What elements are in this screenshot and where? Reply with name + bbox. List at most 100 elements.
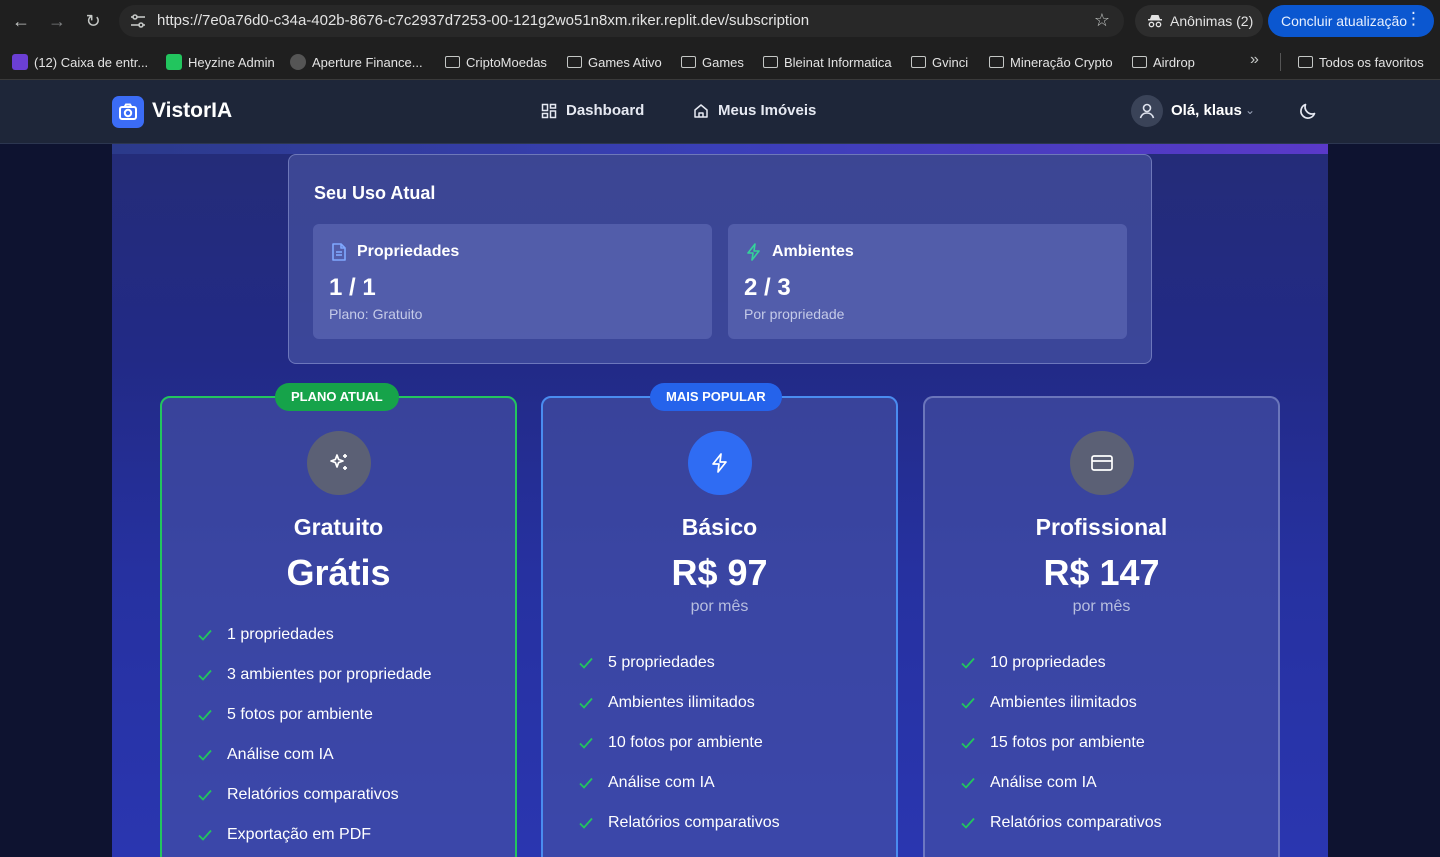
bookmark-label: CriptoMoedas: [466, 54, 547, 70]
reload-icon[interactable]: ↻: [81, 9, 105, 33]
feature-item: Relatórios comparativos: [959, 812, 1162, 834]
all-bookmarks-folder[interactable]: Todos os favoritos: [1298, 53, 1424, 71]
check-icon: [961, 737, 975, 749]
bookmark-folder[interactable]: CriptoMoedas: [445, 53, 547, 71]
folder-icon: [989, 56, 1004, 68]
bookmark-folder[interactable]: Mineração Crypto: [989, 53, 1113, 71]
user-avatar[interactable]: [1131, 95, 1163, 127]
check-icon: [579, 657, 593, 669]
bookmark-folder[interactable]: Bleinat Informatica: [763, 53, 892, 71]
usage-card: Seu Uso Atual Propriedades 1 / 1 Plano: …: [288, 154, 1152, 364]
check-icon: [961, 817, 975, 829]
stat-subtext: Plano: Gratuito: [329, 306, 423, 322]
stat-label: Ambientes: [772, 243, 854, 260]
bookmark-label: Aperture Finance...: [312, 54, 423, 70]
check-icon: [579, 697, 593, 709]
document-icon: [332, 243, 346, 261]
bookmark-folder[interactable]: Games: [681, 53, 744, 71]
bookmark-folder[interactable]: Games Ativo: [567, 53, 662, 71]
plan-card-profissional[interactable]: Profissional R$ 147 por mês 10 proprieda…: [923, 396, 1280, 857]
url-text[interactable]: https://7e0a76d0-c34a-402b-8676-c7c2937d…: [157, 12, 809, 29]
aperture-icon: [290, 54, 306, 70]
nav-label: Dashboard: [566, 102, 645, 119]
bookmark-label: (12) Caixa de entr...: [34, 54, 149, 70]
grid-icon: [541, 103, 557, 118]
feature-item: Ambientes ilimitados: [577, 692, 755, 714]
folder-icon: [763, 56, 778, 68]
site-settings-icon[interactable]: [129, 12, 147, 30]
folder-icon: [911, 56, 926, 68]
plan-card-basico[interactable]: MAIS POPULAR Básico R$ 97 por mês 5 prop…: [541, 383, 898, 857]
check-icon: [198, 709, 212, 721]
profile-label: Anônimas (2): [1170, 13, 1254, 29]
user-icon: [1139, 103, 1155, 119]
check-icon: [198, 789, 212, 801]
bolt-icon: [747, 243, 760, 261]
bookmark-item[interactable]: Heyzine Admin: [166, 53, 275, 71]
folder-icon: [1132, 56, 1147, 68]
user-greeting[interactable]: Olá, klaus: [1171, 102, 1242, 119]
bookmark-star-icon[interactable]: ☆: [1094, 10, 1110, 31]
mail-icon: [12, 54, 28, 70]
plan-name: Gratuito: [293, 514, 384, 540]
nav-dashboard[interactable]: Dashboard: [541, 102, 644, 119]
check-icon: [579, 737, 593, 749]
check-icon: [961, 697, 975, 709]
feature-item: 10 propriedades: [959, 652, 1106, 674]
bookmark-label: Todos os favoritos: [1319, 54, 1424, 70]
plan-price: Grátis: [286, 552, 391, 593]
check-icon: [198, 629, 212, 641]
bolt-icon: [711, 453, 727, 473]
check-icon: [198, 749, 212, 761]
stat-value: 2 / 3: [744, 274, 791, 301]
feature-item: Relatórios comparativos: [577, 812, 780, 834]
bookmark-label: Games: [702, 54, 744, 70]
current-plan-badge: PLANO ATUAL: [275, 383, 399, 411]
back-icon[interactable]: ←: [9, 9, 33, 33]
bookmark-label: Bleinat Informatica: [784, 54, 892, 70]
usage-stat-ambientes: Ambientes 2 / 3 Por propriedade: [728, 224, 1127, 339]
camera-logo-icon[interactable]: [112, 96, 144, 128]
home-icon: [694, 103, 708, 118]
plan-card-gratuito[interactable]: PLANO ATUAL Gratuito Grátis 1 propriedad…: [160, 383, 517, 857]
bookmark-folder[interactable]: Gvinci: [911, 53, 968, 71]
bookmark-folder[interactable]: Airdrop: [1132, 53, 1195, 71]
feature-item: 10 fotos por ambiente: [577, 732, 763, 754]
feature-item: 1 propriedades: [196, 624, 334, 646]
plan-icon-circle: [1069, 431, 1134, 495]
usage-title: Seu Uso Atual: [314, 183, 436, 203]
nav-meus-imoveis[interactable]: Meus Imóveis: [693, 102, 816, 119]
check-icon: [198, 669, 212, 681]
feature-item: Ambientes ilimitados: [959, 692, 1137, 714]
update-button[interactable]: Concluir atualização ⋮: [1268, 5, 1434, 37]
forward-icon[interactable]: →: [45, 9, 69, 33]
check-icon: [961, 657, 975, 669]
bookmark-item[interactable]: (12) Caixa de entr...: [12, 53, 148, 71]
brand-name[interactable]: VistorIA: [152, 99, 232, 123]
plan-icon-circle: [306, 431, 371, 495]
plan-name: Profissional: [1035, 514, 1168, 540]
feature-item: Análise com IA: [196, 744, 334, 766]
feature-item: Análise com IA: [959, 772, 1097, 794]
feature-item: 5 fotos por ambiente: [196, 704, 373, 726]
sparkles-icon: [329, 454, 347, 470]
plan-price: R$ 147: [1043, 552, 1160, 593]
bookmark-label: Games Ativo: [588, 54, 662, 70]
accent-strip: [112, 144, 1328, 154]
menu-dots-icon[interactable]: ⋮: [1405, 9, 1422, 29]
chevron-down-icon[interactable]: ⌄: [1245, 103, 1255, 117]
incognito-profile-button[interactable]: Anônimas (2): [1135, 5, 1263, 37]
bookmark-item[interactable]: Aperture Finance...: [290, 53, 423, 71]
moon-theme-toggle-icon[interactable]: [1297, 100, 1319, 122]
folder-icon: [445, 56, 460, 68]
stat-value: 1 / 1: [329, 274, 376, 301]
address-bar[interactable]: https://7e0a76d0-c34a-402b-8676-c7c2937d…: [119, 5, 1124, 37]
nav-label: Meus Imóveis: [718, 102, 817, 119]
bookmark-label: Airdrop: [1153, 54, 1195, 70]
feature-item: 15 fotos por ambiente: [959, 732, 1145, 754]
folder-icon: [567, 56, 582, 68]
feature-item: 5 propriedades: [577, 652, 715, 674]
more-bookmarks-icon[interactable]: »: [1250, 51, 1259, 69]
browser-toolbar: ← → ↻ https://7e0a76d0-c34a-402b-8676-c7…: [0, 0, 1440, 42]
folder-icon: [681, 56, 696, 68]
